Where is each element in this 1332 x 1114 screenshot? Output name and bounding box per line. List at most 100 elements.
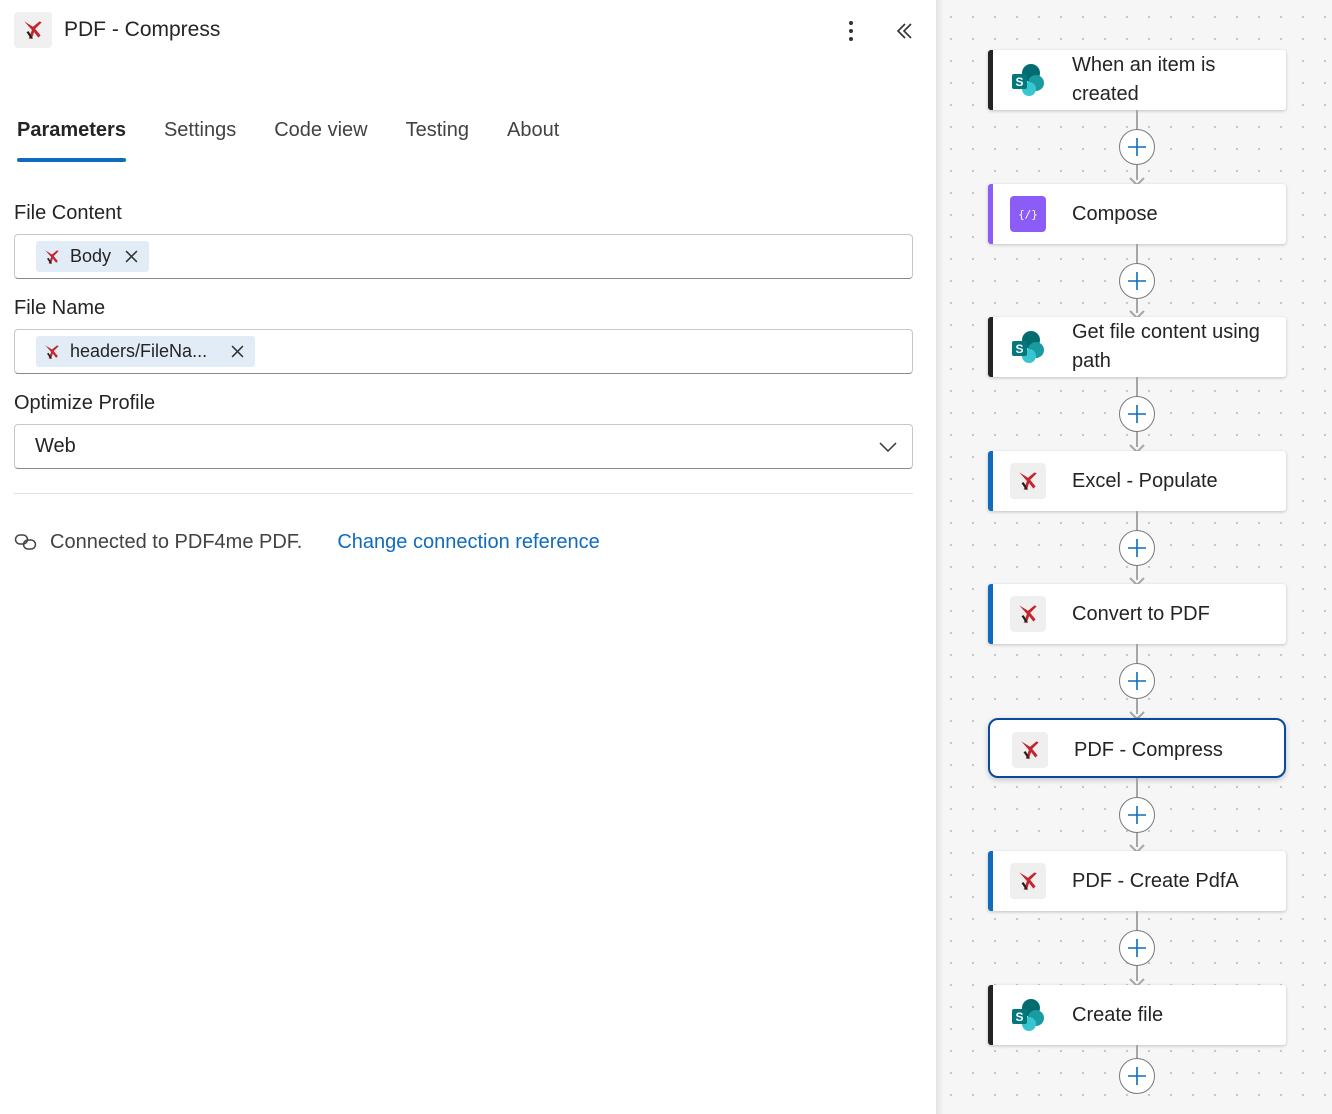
link-icon bbox=[14, 531, 40, 553]
insert-step-button[interactable] bbox=[1119, 663, 1155, 699]
dynamic-content-token[interactable]: Body bbox=[36, 241, 150, 272]
step-label: Get file content using path bbox=[1072, 321, 1260, 372]
pdf4me-icon bbox=[45, 249, 59, 264]
arrow-down-icon bbox=[1129, 975, 1145, 988]
sharepoint-icon: S bbox=[1010, 997, 1046, 1033]
step-label: Convert to PDF bbox=[1072, 602, 1210, 625]
tab-testing[interactable]: Testing bbox=[406, 116, 469, 162]
remove-token-button[interactable] bbox=[229, 344, 245, 360]
plus-icon bbox=[1128, 405, 1146, 423]
svg-text:{/}: {/} bbox=[1018, 208, 1038, 221]
file-name-label: File Name bbox=[14, 297, 106, 319]
change-connection-link[interactable]: Change connection reference bbox=[337, 531, 599, 554]
svg-text:S: S bbox=[1015, 75, 1023, 89]
optimize-profile-label: Optimize Profile bbox=[14, 392, 156, 414]
file-content-label: File Content bbox=[14, 202, 122, 224]
step-label: Excel - Populate bbox=[1072, 469, 1218, 492]
insert-step-button[interactable] bbox=[1119, 129, 1155, 165]
tab-about[interactable]: About bbox=[507, 116, 559, 162]
flow-connector bbox=[1136, 1045, 1138, 1059]
flow-step-card[interactable]: S When an item is created bbox=[988, 50, 1286, 110]
dot-icon bbox=[849, 29, 853, 33]
step-label: Create file bbox=[1072, 1003, 1164, 1026]
insert-step-button[interactable] bbox=[1119, 797, 1155, 833]
flow-step-card[interactable]: Convert to PDF bbox=[988, 584, 1286, 644]
insert-step-button[interactable] bbox=[1119, 396, 1155, 432]
step-accent-bar bbox=[988, 50, 993, 110]
double-chevron-left-icon bbox=[896, 23, 912, 39]
arrow-down-icon bbox=[1129, 574, 1145, 587]
plus-icon bbox=[1128, 539, 1146, 557]
compose-icon: {/} bbox=[1010, 196, 1046, 232]
file-content-input[interactable]: Body bbox=[14, 234, 913, 279]
flow-step-card[interactable]: {/} Compose bbox=[988, 184, 1286, 244]
step-accent-bar bbox=[988, 317, 993, 377]
panel-tabs: Parameters Settings Code view Testing Ab… bbox=[17, 116, 597, 164]
connection-info: Connected to PDF4me PDF. Change connecti… bbox=[14, 528, 600, 556]
close-icon bbox=[231, 345, 244, 358]
svg-text:S: S bbox=[1015, 342, 1023, 356]
file-name-input[interactable]: headers/FileNa... bbox=[14, 329, 913, 374]
more-options-button[interactable] bbox=[840, 16, 862, 46]
flow-step-card[interactable]: Excel - Populate bbox=[988, 451, 1286, 511]
flow-canvas[interactable]: S When an item is created {/} Compose S Get f… bbox=[936, 0, 1332, 1114]
flow-step-card[interactable]: PDF - Compress bbox=[988, 718, 1286, 778]
arrow-down-icon bbox=[1129, 307, 1145, 320]
tab-code-view[interactable]: Code view bbox=[274, 116, 367, 162]
arrow-down-icon bbox=[1129, 441, 1145, 454]
remove-token-button[interactable] bbox=[123, 249, 139, 265]
insert-step-button[interactable] bbox=[1119, 1058, 1155, 1094]
panel-shadow bbox=[936, 0, 944, 1114]
step-label: Compose bbox=[1072, 202, 1158, 225]
insert-step-button[interactable] bbox=[1119, 263, 1155, 299]
optimize-profile-dropdown[interactable]: Web bbox=[14, 424, 913, 469]
plus-icon bbox=[1128, 939, 1146, 957]
tab-parameters[interactable]: Parameters bbox=[17, 116, 126, 162]
panel-title: PDF - Compress bbox=[64, 18, 221, 41]
flow-step-card[interactable]: PDF - Create PdfA bbox=[988, 851, 1286, 911]
panel-header: PDF - Compress bbox=[14, 12, 922, 50]
step-accent-bar bbox=[988, 451, 993, 511]
plus-icon bbox=[1128, 806, 1146, 824]
step-label: When an item is created bbox=[1072, 54, 1216, 105]
tab-settings[interactable]: Settings bbox=[164, 116, 236, 162]
insert-step-button[interactable] bbox=[1119, 530, 1155, 566]
pdf4me-icon bbox=[1010, 863, 1046, 899]
plus-icon bbox=[1128, 272, 1146, 290]
step-accent-bar bbox=[988, 184, 993, 244]
step-accent-bar bbox=[988, 851, 993, 911]
collapse-panel-button[interactable] bbox=[892, 16, 918, 46]
chevron-down-icon bbox=[879, 442, 897, 453]
arrow-down-icon bbox=[1129, 174, 1145, 187]
step-accent-bar bbox=[988, 584, 993, 644]
dynamic-content-token[interactable]: headers/FileNa... bbox=[36, 336, 256, 367]
pdf4me-logo-icon bbox=[14, 12, 52, 48]
sharepoint-icon: S bbox=[1010, 329, 1046, 365]
plus-icon bbox=[1128, 672, 1146, 690]
svg-text:S: S bbox=[1015, 1010, 1023, 1024]
step-accent-bar bbox=[988, 985, 993, 1045]
pdf4me-icon bbox=[1012, 732, 1048, 768]
close-icon bbox=[125, 250, 137, 263]
insert-step-button[interactable] bbox=[1119, 930, 1155, 966]
step-label: PDF - Compress bbox=[1074, 738, 1223, 761]
pdf4me-icon bbox=[1010, 596, 1046, 632]
pdf4me-icon bbox=[1010, 463, 1046, 499]
dropdown-value: Web bbox=[35, 435, 76, 457]
connection-status-text: Connected to PDF4me PDF. bbox=[50, 530, 303, 553]
flow-step-card[interactable]: S Get file content using path bbox=[988, 317, 1286, 377]
plus-icon bbox=[1128, 138, 1146, 156]
sharepoint-icon: S bbox=[1010, 62, 1046, 98]
arrow-down-icon bbox=[1129, 841, 1145, 854]
divider bbox=[14, 493, 913, 494]
action-details-panel: PDF - Compress Parameters Settings Code … bbox=[0, 0, 936, 1114]
dot-icon bbox=[849, 37, 853, 41]
step-label: PDF - Create PdfA bbox=[1072, 869, 1239, 892]
plus-icon bbox=[1128, 1067, 1146, 1085]
dot-icon bbox=[849, 21, 853, 25]
pdf4me-icon bbox=[45, 344, 59, 359]
token-label: Body bbox=[70, 246, 112, 266]
flow-step-card[interactable]: S Create file bbox=[988, 985, 1286, 1045]
token-label: headers/FileNa... bbox=[70, 341, 208, 361]
arrow-down-icon bbox=[1129, 708, 1145, 721]
